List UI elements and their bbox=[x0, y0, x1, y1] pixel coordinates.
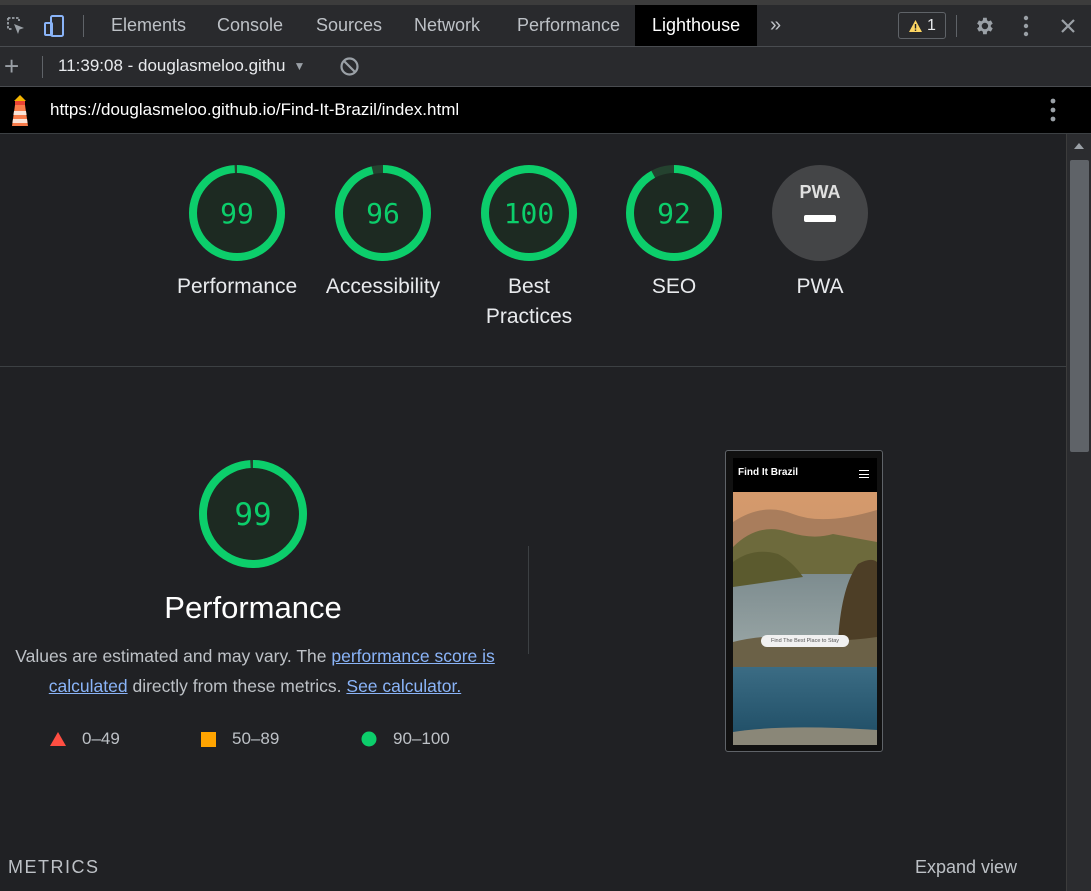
screenshot-header: Find It Brazil bbox=[733, 458, 877, 492]
performance-title: Performance bbox=[164, 590, 342, 625]
report-menu-icon[interactable] bbox=[1050, 98, 1056, 127]
screenshot-brand: Find It Brazil bbox=[738, 467, 798, 478]
triangle-icon bbox=[50, 732, 66, 746]
kebab-menu-icon[interactable] bbox=[1011, 10, 1041, 42]
metrics-heading: METRICS bbox=[8, 857, 100, 877]
warning-badge[interactable]: 1 bbox=[898, 12, 946, 39]
tab-elements[interactable]: Elements bbox=[111, 5, 186, 46]
report-select[interactable]: 11:39:08 - douglasmeloo.githu ▼ bbox=[58, 56, 305, 76]
gear-icon[interactable] bbox=[969, 10, 999, 42]
hamburger-icon bbox=[859, 470, 869, 478]
new-report-icon[interactable]: + bbox=[4, 51, 19, 81]
gauge-label-line: Practices bbox=[485, 305, 573, 328]
lighthouse-logo-icon bbox=[8, 94, 32, 132]
legend-range: 90–100 bbox=[393, 729, 450, 748]
gauge-pwa[interactable]: PWA PWA bbox=[760, 164, 880, 302]
gauge-best-practices[interactable]: 100 Best Practices bbox=[469, 164, 589, 332]
warning-icon bbox=[909, 19, 923, 32]
gauge-label: Performance bbox=[177, 275, 298, 298]
gauge-score: 100 bbox=[504, 197, 555, 230]
scroll-up-arrow-icon[interactable] bbox=[1074, 143, 1084, 149]
expand-view-toggle[interactable]: Expand view bbox=[915, 857, 1017, 878]
performance-description: Values are estimated and may vary. The p… bbox=[10, 641, 500, 701]
devtools-tabbar: Elements Console Sources Network Perform… bbox=[0, 0, 1091, 47]
legend-pass: 90–100 bbox=[361, 729, 450, 749]
gauge-seo[interactable]: 92 SEO bbox=[614, 164, 734, 302]
report-toolbar: + 11:39:08 - douglasmeloo.githu ▼ bbox=[0, 47, 1091, 87]
tab-lighthouse[interactable]: Lighthouse bbox=[635, 5, 758, 46]
legend-average: 50–89 bbox=[201, 729, 279, 749]
gauge-score: 92 bbox=[657, 197, 691, 230]
divider bbox=[0, 366, 1066, 367]
lighthouse-report: 99 Performance 96 Accessibility 100 Best… bbox=[0, 134, 1066, 891]
chevron-down-icon: ▼ bbox=[293, 59, 306, 73]
gauge-accessibility[interactable]: 96 Accessibility bbox=[323, 164, 443, 302]
close-icon[interactable] bbox=[1053, 10, 1083, 42]
toolbar-divider bbox=[83, 15, 84, 37]
pwa-badge-icon: PWA bbox=[772, 165, 868, 261]
more-tabs-icon[interactable]: » bbox=[770, 5, 781, 46]
gauge-score: 96 bbox=[366, 197, 400, 230]
gauge-label: PWA bbox=[796, 275, 844, 298]
see-calculator-link[interactable]: See calculator. bbox=[346, 676, 461, 696]
final-screenshot[interactable]: Find It Brazil Find The Best Place to St… bbox=[725, 450, 883, 752]
pwa-badge-text: PWA bbox=[799, 182, 840, 202]
inspect-element-icon[interactable] bbox=[1, 10, 31, 42]
gauge-ring: 92 bbox=[626, 165, 722, 261]
gauge-performance[interactable]: 99 Performance bbox=[177, 164, 297, 302]
square-icon bbox=[201, 731, 216, 747]
performance-score: 99 bbox=[234, 497, 271, 533]
toolbar-divider bbox=[956, 15, 957, 37]
gauge-ring: 96 bbox=[335, 165, 431, 261]
desc-text: Values are estimated and may vary. The bbox=[15, 646, 332, 666]
gauge-ring: 99 bbox=[199, 460, 307, 568]
performance-gauge-large: 99 bbox=[198, 459, 308, 574]
device-toolbar-icon[interactable] bbox=[40, 10, 70, 42]
scroll-thumb[interactable] bbox=[1070, 160, 1089, 452]
tab-performance[interactable]: Performance bbox=[517, 5, 620, 46]
circle-icon bbox=[361, 731, 377, 747]
tab-console[interactable]: Console bbox=[217, 5, 283, 46]
gauge-ring: 99 bbox=[189, 165, 285, 261]
legend-range: 50–89 bbox=[232, 729, 280, 748]
report-url-bar: https://douglasmeloo.github.io/Find-It-B… bbox=[0, 87, 1091, 134]
report-select-value: 11:39:08 - douglasmeloo.githu bbox=[58, 56, 286, 75]
legend-fail: 0–49 bbox=[50, 729, 120, 749]
report-url[interactable]: https://douglasmeloo.github.io/Find-It-B… bbox=[50, 100, 459, 120]
gauge-label: SEO bbox=[651, 275, 697, 298]
clear-reports-icon[interactable] bbox=[339, 56, 360, 82]
warning-count: 1 bbox=[927, 16, 936, 34]
desc-text: directly from these metrics. bbox=[127, 676, 347, 696]
gauge-label-line: Best bbox=[507, 275, 551, 298]
gauge-score: 99 bbox=[220, 197, 254, 230]
tab-sources[interactable]: Sources bbox=[316, 5, 382, 46]
vertical-scrollbar[interactable] bbox=[1066, 134, 1091, 891]
vertical-divider bbox=[528, 546, 529, 654]
gauge-label: Accessibility bbox=[325, 275, 441, 298]
screenshot-cta-button: Find The Best Place to Stay bbox=[761, 635, 849, 647]
legend-range: 0–49 bbox=[82, 729, 120, 748]
gauge-ring: 100 bbox=[481, 165, 577, 261]
tab-network[interactable]: Network bbox=[414, 5, 480, 46]
rio-landscape-image: Find The Best Place to Stay bbox=[733, 492, 877, 745]
toolbar-divider bbox=[42, 56, 43, 78]
gauge-label: Best Practices bbox=[469, 272, 589, 332]
